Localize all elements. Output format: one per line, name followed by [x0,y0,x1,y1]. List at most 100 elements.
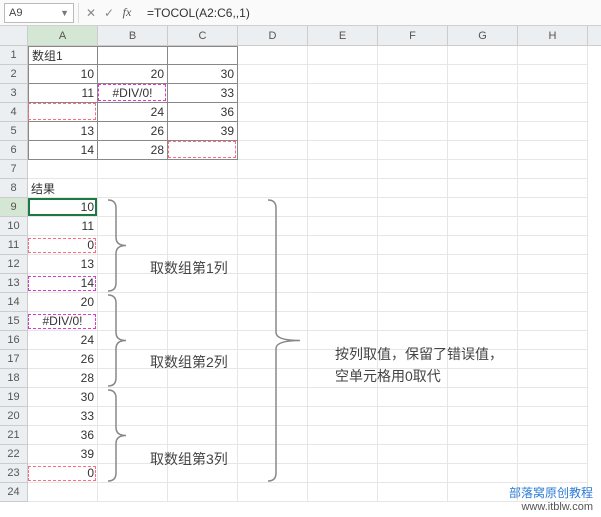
cell-D24[interactable] [238,483,308,502]
cell-F20[interactable] [378,407,448,426]
cell-H17[interactable] [518,350,588,369]
row-header-7[interactable]: 7 [0,160,28,179]
cell-F22[interactable] [378,445,448,464]
cell-G11[interactable] [448,236,518,255]
row-header-3[interactable]: 3 [0,84,28,103]
cell-F8[interactable] [378,179,448,198]
cell-C8[interactable] [168,179,238,198]
row-header-17[interactable]: 17 [0,350,28,369]
cell-G4[interactable] [448,103,518,122]
cell-H11[interactable] [518,236,588,255]
cell-E13[interactable] [308,274,378,293]
cell-D6[interactable] [238,141,308,160]
cell-H18[interactable] [518,369,588,388]
cell-H8[interactable] [518,179,588,198]
cell-D9[interactable] [238,198,308,217]
cell-D11[interactable] [238,236,308,255]
cell-A23[interactable]: 0 [28,464,98,483]
cell-G6[interactable] [448,141,518,160]
row-header-9[interactable]: 9 [0,198,28,217]
row-header-24[interactable]: 24 [0,483,28,502]
col-header-D[interactable]: D [238,26,308,45]
cell-E6[interactable] [308,141,378,160]
cell-F14[interactable] [378,293,448,312]
cell-G24[interactable] [448,483,518,502]
row-header-15[interactable]: 15 [0,312,28,331]
confirm-icon[interactable]: ✓ [101,6,117,20]
cell-F5[interactable] [378,122,448,141]
cell-C16[interactable] [168,331,238,350]
row-header-21[interactable]: 21 [0,426,28,445]
cell-D12[interactable] [238,255,308,274]
cell-B16[interactable] [98,331,168,350]
cell-F11[interactable] [378,236,448,255]
cell-B1[interactable] [98,46,168,65]
cell-A1[interactable]: 数组1 [28,46,98,65]
cell-H21[interactable] [518,426,588,445]
cell-C1[interactable] [168,46,238,65]
cell-C5[interactable]: 39 [168,122,238,141]
row-header-8[interactable]: 8 [0,179,28,198]
cell-H22[interactable] [518,445,588,464]
cell-B21[interactable] [98,426,168,445]
cell-E19[interactable] [308,388,378,407]
cell-H20[interactable] [518,407,588,426]
cell-C7[interactable] [168,160,238,179]
cell-H5[interactable] [518,122,588,141]
cell-G18[interactable] [448,369,518,388]
cell-G13[interactable] [448,274,518,293]
cell-E24[interactable] [308,483,378,502]
cell-E23[interactable] [308,464,378,483]
cell-H13[interactable] [518,274,588,293]
cell-C10[interactable] [168,217,238,236]
row-header-1[interactable]: 1 [0,46,28,65]
fx-icon[interactable]: fx [119,5,135,20]
chevron-down-icon[interactable]: ▼ [60,8,69,18]
cell-C4[interactable]: 36 [168,103,238,122]
row-header-10[interactable]: 10 [0,217,28,236]
cell-F10[interactable] [378,217,448,236]
row-header-19[interactable]: 19 [0,388,28,407]
cell-E3[interactable] [308,84,378,103]
col-header-C[interactable]: C [168,26,238,45]
cell-H7[interactable] [518,160,588,179]
cell-E5[interactable] [308,122,378,141]
cell-D5[interactable] [238,122,308,141]
cell-D20[interactable] [238,407,308,426]
cell-F13[interactable] [378,274,448,293]
cell-E8[interactable] [308,179,378,198]
cell-A7[interactable] [28,160,98,179]
cell-G1[interactable] [448,46,518,65]
cell-A14[interactable]: 20 [28,293,98,312]
cell-G20[interactable] [448,407,518,426]
cell-H2[interactable] [518,65,588,84]
cell-D10[interactable] [238,217,308,236]
cell-H1[interactable] [518,46,588,65]
cell-F7[interactable] [378,160,448,179]
cell-H12[interactable] [518,255,588,274]
cell-G10[interactable] [448,217,518,236]
grid[interactable]: 1数组12102030311#DIV/0!3342436513263961428… [0,46,601,502]
cell-B9[interactable] [98,198,168,217]
row-header-14[interactable]: 14 [0,293,28,312]
cell-B3[interactable]: #DIV/0! [98,84,168,103]
row-header-11[interactable]: 11 [0,236,28,255]
cell-B7[interactable] [98,160,168,179]
cell-A6[interactable]: 14 [28,141,98,160]
cell-H9[interactable] [518,198,588,217]
cell-E14[interactable] [308,293,378,312]
col-header-F[interactable]: F [378,26,448,45]
row-header-12[interactable]: 12 [0,255,28,274]
cell-G19[interactable] [448,388,518,407]
cell-G8[interactable] [448,179,518,198]
cell-C11[interactable] [168,236,238,255]
cell-E21[interactable] [308,426,378,445]
cell-A24[interactable] [28,483,98,502]
cell-B19[interactable] [98,388,168,407]
select-all-corner[interactable] [0,26,28,45]
cell-D23[interactable] [238,464,308,483]
cell-A4[interactable] [28,103,98,122]
cell-C6[interactable] [168,141,238,160]
cell-F24[interactable] [378,483,448,502]
cell-A12[interactable]: 13 [28,255,98,274]
